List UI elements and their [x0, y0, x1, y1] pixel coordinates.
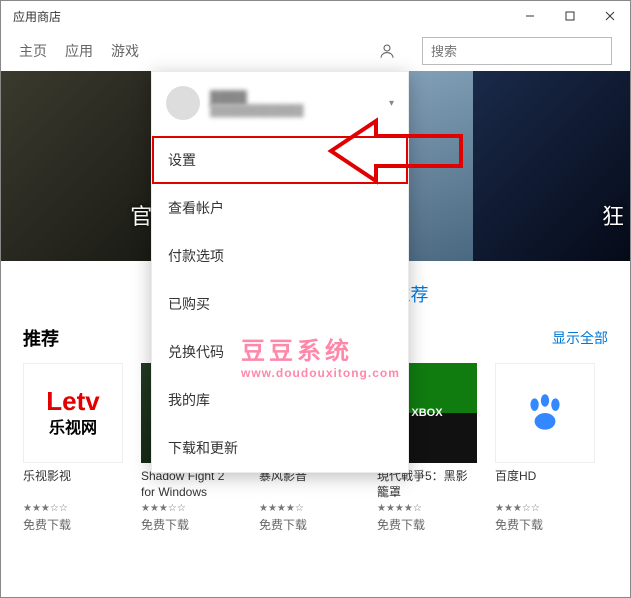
- minimize-button[interactable]: [510, 1, 550, 31]
- app-rating: ★★★★☆: [259, 503, 359, 514]
- menu-redeem[interactable]: 兑换代码: [152, 328, 408, 376]
- menu-settings[interactable]: 设置: [152, 136, 408, 184]
- user-name: ████: [210, 90, 379, 105]
- app-price: 免费下载: [377, 516, 477, 533]
- menu-library[interactable]: 我的库: [152, 376, 408, 424]
- show-all-link[interactable]: 显示全部: [552, 328, 608, 348]
- paw-icon: [520, 388, 570, 438]
- app-rating: ★★★☆☆: [495, 503, 595, 514]
- app-rating: ★★★☆☆: [23, 503, 123, 514]
- app-price: 免费下载: [495, 516, 595, 533]
- dropdown-user-header[interactable]: ████ ████████████ ▾: [152, 72, 408, 136]
- avatar: [166, 86, 200, 120]
- user-email: ████████████: [210, 105, 379, 117]
- menu-purchased[interactable]: 已购买: [152, 280, 408, 328]
- app-price: 免费下载: [259, 516, 359, 533]
- app-title: 乐视影视: [23, 469, 123, 501]
- search-input[interactable]: [431, 44, 607, 59]
- chevron-down-icon: ▾: [389, 98, 394, 109]
- menu-view-account[interactable]: 查看帐户: [152, 184, 408, 232]
- app-title: Shadow Fight 2 for Windows: [141, 469, 241, 501]
- app-tile[interactable]: 百度HD ★★★☆☆ 免费下载: [495, 363, 595, 533]
- app-rating: ★★★★☆: [377, 503, 477, 514]
- hero-label: 官: [130, 199, 152, 231]
- app-thumbnail: [495, 363, 595, 463]
- app-price: 免费下载: [141, 516, 241, 533]
- app-title: 現代戰爭5：黑影籠罩: [377, 469, 477, 501]
- app-title: 百度HD: [495, 469, 595, 501]
- window-title: 应用商店: [13, 8, 510, 25]
- app-title: 暴风影音: [259, 469, 359, 501]
- nav-apps[interactable]: 应用: [65, 41, 93, 61]
- hero-tile[interactable]: 狂: [473, 71, 630, 261]
- app-tile[interactable]: Letv乐视网 乐视影视 ★★★☆☆ 免费下载: [23, 363, 123, 533]
- user-icon[interactable]: [378, 42, 396, 60]
- maximize-button[interactable]: [550, 1, 590, 31]
- app-rating: ★★★☆☆: [141, 503, 241, 514]
- user-dropdown: ████ ████████████ ▾ 设置 查看帐户 付款选项 已购买 兑换代…: [151, 71, 409, 473]
- hero-label: 狂: [602, 199, 624, 231]
- nav-home[interactable]: 主页: [19, 41, 47, 61]
- menu-downloads[interactable]: 下载和更新: [152, 424, 408, 472]
- menu-payment[interactable]: 付款选项: [152, 232, 408, 280]
- app-price: 免费下载: [23, 516, 123, 533]
- app-thumbnail: Letv乐视网: [23, 363, 123, 463]
- close-button[interactable]: [590, 1, 630, 31]
- nav-games[interactable]: 游戏: [111, 41, 139, 61]
- hero-tile[interactable]: 官: [1, 71, 158, 261]
- search-box[interactable]: [422, 37, 612, 65]
